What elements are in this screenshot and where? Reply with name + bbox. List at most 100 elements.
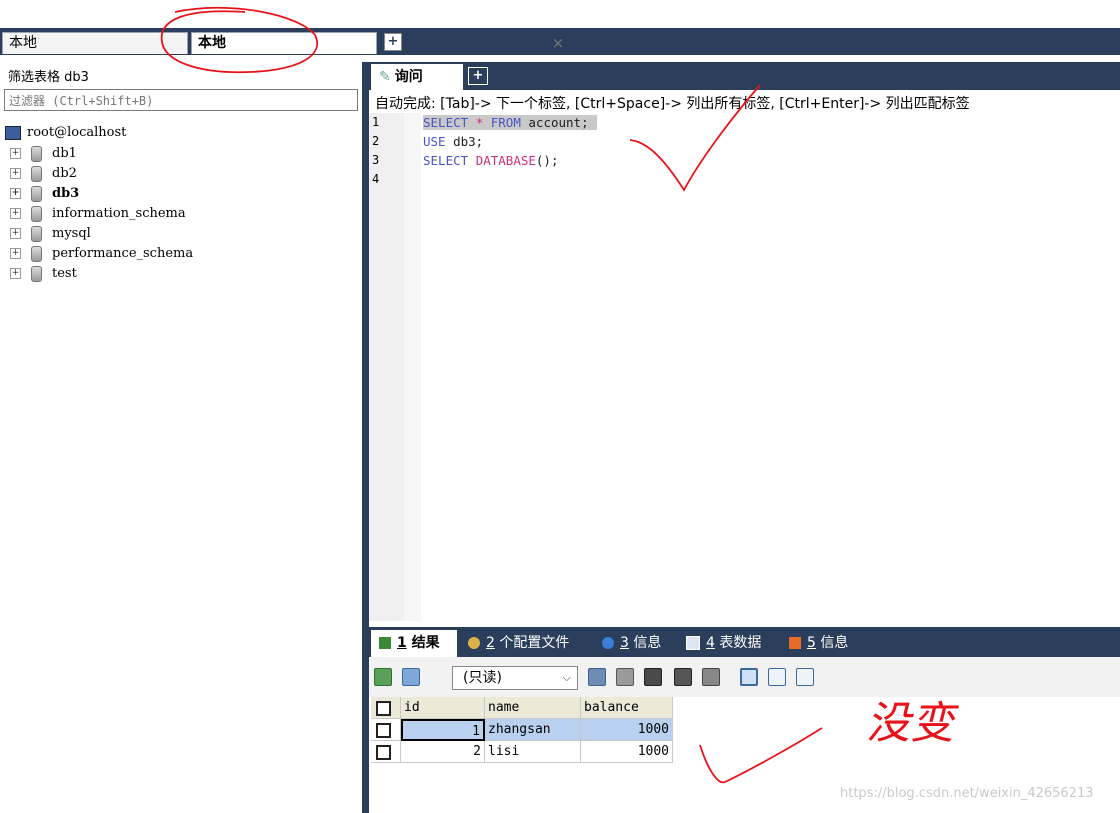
code-line-3[interactable]: SELECT DATABASE(); <box>423 151 558 170</box>
database-icon <box>31 205 42 222</box>
tree-item-test[interactable]: + test <box>10 264 77 284</box>
tab-profile-2[interactable]: 2 个配置文件 <box>468 630 569 657</box>
table-icon <box>686 636 700 650</box>
tree-item-performance-schema[interactable]: + performance_schema <box>10 244 193 264</box>
tab-query[interactable]: ✎ 询问 <box>371 64 463 90</box>
table-cell-id[interactable]: 1 <box>401 719 485 741</box>
read-only-mode-select[interactable]: (只读) ⌵ <box>452 666 578 690</box>
table-cell-name[interactable]: lisi <box>485 741 581 763</box>
column-header-id[interactable]: id <box>401 697 485 719</box>
table-cell-id[interactable]: 2 <box>401 741 485 763</box>
sql-editor[interactable]: 1 2 3 4 SELECT * FROM account; USE db3; … <box>369 113 1120 621</box>
code-text: (); <box>535 153 559 168</box>
tree-item-label: db3 <box>52 186 80 201</box>
paste-icon[interactable] <box>616 668 634 686</box>
expand-icon[interactable]: + <box>10 228 21 239</box>
export-icon[interactable] <box>402 668 420 686</box>
database-icon <box>31 225 42 242</box>
expand-icon[interactable]: + <box>10 248 21 259</box>
tab-info-3[interactable]: 3 信息 <box>602 630 661 657</box>
tab-table-data-4[interactable]: 4 表数据 <box>686 630 761 657</box>
code-keyword: USE <box>423 134 446 149</box>
expand-icon[interactable]: + <box>10 268 21 279</box>
code-keyword: SELECT <box>423 115 469 130</box>
expand-icon[interactable]: + <box>10 148 21 159</box>
tab-result-1[interactable]: 1 结果 <box>371 630 457 657</box>
filter-label: 筛选表格 db3 <box>8 70 89 85</box>
tab-label: 个配置文件 <box>499 635 570 651</box>
code-line-1[interactable]: SELECT * FROM account; <box>423 113 597 132</box>
code-text: db3; <box>453 134 484 149</box>
query-tab-label: 询问 <box>394 69 423 85</box>
expand-icon[interactable]: + <box>10 208 21 219</box>
checkbox-icon <box>376 723 391 738</box>
add-query-tab-button[interactable]: + <box>468 67 488 85</box>
tree-item-information-schema[interactable]: + information_schema <box>10 204 186 224</box>
grid-view-icon[interactable] <box>740 668 758 686</box>
tab-number: 2 <box>486 635 495 651</box>
table-cell-name[interactable]: zhangsan <box>485 719 581 741</box>
row-checkbox[interactable] <box>371 741 401 763</box>
column-header-name[interactable]: name <box>485 697 581 719</box>
panel-splitter[interactable] <box>362 62 369 813</box>
form-view-icon[interactable] <box>768 668 786 686</box>
tab-label: 信息 <box>633 635 662 651</box>
tree-item-label: mysql <box>52 226 91 241</box>
add-row-icon[interactable] <box>374 668 392 686</box>
result-grid-icon <box>379 637 391 649</box>
tree-item-mysql[interactable]: + mysql <box>10 224 91 244</box>
row-checkbox[interactable] <box>371 719 401 741</box>
line-number: 4 <box>372 172 380 186</box>
info-history-icon <box>789 637 801 649</box>
code-line-2[interactable]: USE db3; <box>423 132 483 151</box>
tab-info-5[interactable]: 5 信息 <box>789 630 848 657</box>
tree-root-server[interactable]: root@localhost <box>5 125 126 140</box>
database-icon <box>31 165 42 182</box>
checkbox-icon <box>376 745 391 760</box>
column-header-balance[interactable]: balance <box>581 697 673 719</box>
line-number: 2 <box>372 134 380 148</box>
info-icon <box>602 637 614 649</box>
expand-icon[interactable]: + <box>10 168 21 179</box>
tree-item-label: db2 <box>52 166 77 181</box>
database-icon <box>31 145 42 162</box>
cancel-changes-icon[interactable] <box>702 668 720 686</box>
close-tab-icon[interactable]: × <box>550 33 566 54</box>
tree-item-db1[interactable]: + db1 <box>10 144 77 164</box>
table-cell-balance[interactable]: 1000 <box>581 741 673 763</box>
table-cell-balance[interactable]: 1000 <box>581 719 673 741</box>
expand-icon[interactable]: + <box>10 188 21 199</box>
current-statement-highlight: SELECT * FROM account; <box>423 115 597 130</box>
connection-tab-local-2[interactable]: 本地 × <box>191 32 564 54</box>
tab-label: 信息 <box>820 635 849 651</box>
server-label: root@localhost <box>27 125 127 140</box>
delete-icon[interactable] <box>674 668 692 686</box>
add-connection-button[interactable]: + <box>384 33 402 51</box>
code-text: account; <box>528 115 589 130</box>
copy-row-icon[interactable] <box>588 668 606 686</box>
database-icon <box>31 185 42 202</box>
connection-tab-local-1[interactable]: 本地 <box>2 32 188 54</box>
filter-input[interactable]: 过滤器 (Ctrl+Shift+B) <box>4 89 358 111</box>
autocomplete-hint: 自动完成: [Tab]-> 下一个标签, [Ctrl+Space]-> 列出所有… <box>375 96 970 112</box>
database-icon <box>31 265 42 282</box>
tab-number: 5 <box>807 635 816 651</box>
tree-item-label: information_schema <box>52 206 186 221</box>
tree-item-label: performance_schema <box>52 246 194 261</box>
code-operator: * <box>475 115 484 130</box>
tree-item-label: db1 <box>52 146 77 161</box>
query-icon: ✎ <box>379 69 391 85</box>
tab-number: 1 <box>397 635 407 651</box>
tree-item-db2[interactable]: + db2 <box>10 164 77 184</box>
tab-number: 3 <box>620 635 629 651</box>
profile-icon <box>468 637 480 649</box>
tab-label: 结果 <box>411 635 440 651</box>
tree-item-db3[interactable]: + db3 <box>10 184 79 204</box>
text-view-icon[interactable] <box>796 668 814 686</box>
line-number: 3 <box>372 153 380 167</box>
tree-item-label: test <box>52 266 77 281</box>
checkbox-icon <box>376 701 391 716</box>
save-icon[interactable] <box>644 668 662 686</box>
tab-label: 表数据 <box>719 635 762 651</box>
select-all-checkbox[interactable] <box>371 697 401 719</box>
